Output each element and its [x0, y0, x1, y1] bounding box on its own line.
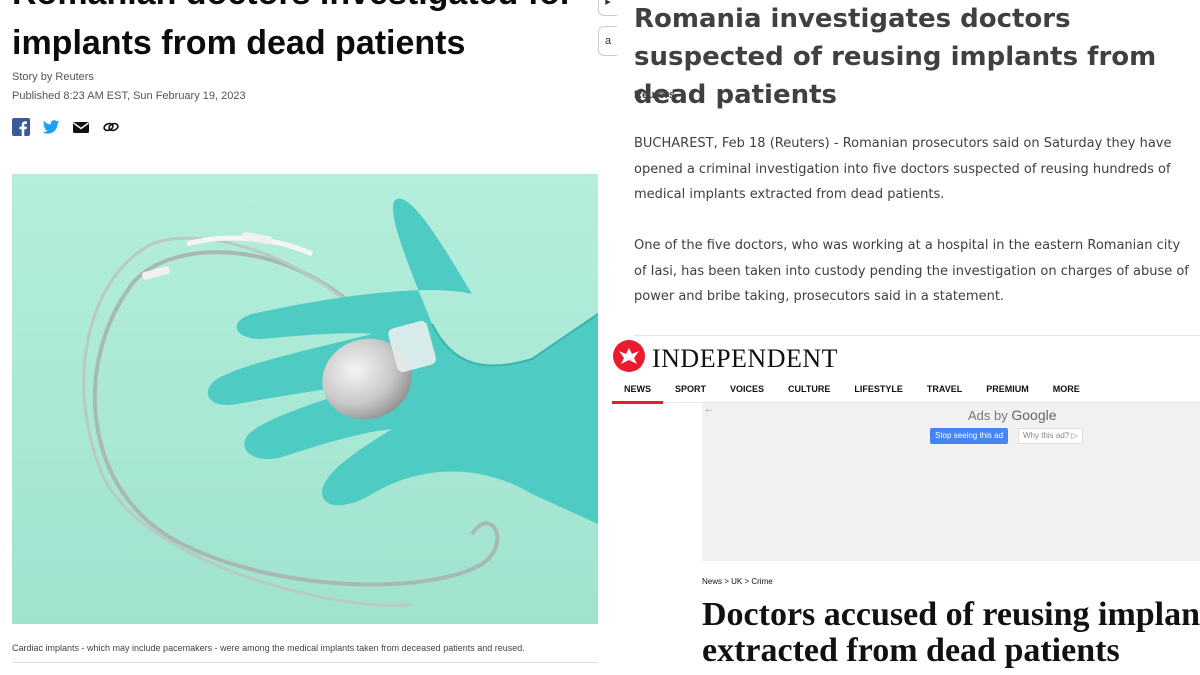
- google-label: Google: [1011, 407, 1057, 423]
- share-bar: [12, 118, 120, 136]
- published-date: Published 8:23 AM EST, Sun February 19, …: [12, 90, 246, 102]
- headline-line-2: extracted from dead patients: [702, 632, 1120, 669]
- headline-line-1: Romanian doctors investigated for: [12, 0, 573, 12]
- headline-line-2: implants from dead patients: [12, 24, 466, 62]
- divider: [12, 662, 598, 663]
- side-text-button[interactable]: a: [598, 26, 617, 56]
- ads-by-label: Ads by Google: [968, 407, 1057, 423]
- logo-text: INDEPENDENT: [652, 343, 839, 373]
- link-icon[interactable]: [102, 118, 120, 136]
- reuters-article-panel: Romania investigates doctors suspected o…: [618, 0, 1200, 335]
- stop-seeing-ad-button[interactable]: Stop seeing this ad: [930, 428, 1009, 444]
- nav-item-lifestyle[interactable]: LIFESTYLE: [842, 380, 915, 401]
- article-headline: Romanian doctors investigated for implan…: [12, 0, 612, 68]
- eagle-icon: [612, 339, 646, 378]
- article-headline: Doctors accused of reusing implants extr…: [702, 597, 1200, 669]
- twitter-icon[interactable]: [42, 118, 60, 136]
- cnn-article-panel: Romanian doctors investigated for implan…: [0, 0, 618, 675]
- facebook-icon[interactable]: [12, 118, 30, 136]
- nav-item-travel[interactable]: TRAVEL: [915, 380, 974, 401]
- back-arrow-icon[interactable]: ←: [704, 404, 714, 415]
- nav-item-premium[interactable]: PREMIUM: [974, 380, 1041, 401]
- photo-caption: Cardiac implants - which may include pac…: [12, 643, 525, 653]
- nav-item-voices[interactable]: VOICES: [718, 380, 776, 401]
- article-source: Reuters: [634, 89, 675, 101]
- why-this-ad-button[interactable]: Why this ad? ▷: [1018, 428, 1083, 444]
- article-paragraph: BUCHAREST, Feb 18 (Reuters) - Romanian p…: [634, 136, 1172, 202]
- site-logo[interactable]: INDEPENDENT: [612, 339, 838, 378]
- headline-line-1: Doctors accused of reusing implants: [702, 596, 1200, 633]
- byline: Story by Reuters: [12, 71, 94, 83]
- section-nav: NEWS SPORT VOICES CULTURE LIFESTYLE TRAV…: [612, 380, 1200, 404]
- nav-item-more[interactable]: MORE: [1041, 380, 1092, 401]
- pacemaker-photo: [12, 174, 598, 624]
- email-icon[interactable]: [72, 118, 90, 136]
- nav-item-sport[interactable]: SPORT: [663, 380, 718, 401]
- divider: [634, 335, 1200, 336]
- nav-item-news[interactable]: NEWS: [612, 380, 663, 404]
- ads-by-text: Ads by: [968, 408, 1008, 423]
- article-paragraph: One of the five doctors, who was working…: [634, 238, 1189, 304]
- ad-slot: ← Ads by Google Stop seeing this ad Why …: [702, 403, 1200, 561]
- breadcrumb[interactable]: News > UK > Crime: [702, 577, 773, 586]
- nav-item-culture[interactable]: CULTURE: [776, 380, 842, 401]
- independent-article-panel: INDEPENDENT NEWS SPORT VOICES CULTURE LI…: [612, 335, 1200, 675]
- side-text-label: a: [604, 35, 612, 47]
- article-headline: Romania investigates doctors suspected o…: [634, 4, 1157, 110]
- side-toggle-button[interactable]: ▸: [598, 0, 617, 16]
- speaker-icon: ▸: [605, 0, 611, 8]
